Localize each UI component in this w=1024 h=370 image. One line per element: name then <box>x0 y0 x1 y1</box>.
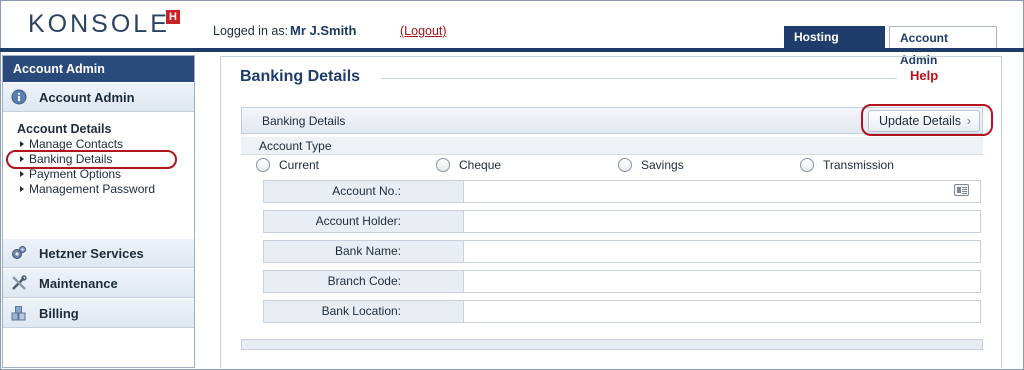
sidebar-link-management-password[interactable]: Management Password <box>17 182 194 197</box>
update-details-highlight <box>861 104 993 136</box>
sidebar-section-label: Hetzner Services <box>39 245 144 261</box>
tab-hosting-services[interactable]: Hosting Services <box>784 26 885 66</box>
user-name: Mr J.Smith <box>290 23 357 38</box>
sidebar-section-label: Maintenance <box>39 275 118 291</box>
account-type-label: Account Type <box>241 137 983 155</box>
radio-circle[interactable] <box>618 158 632 172</box>
section-bar-label: Banking Details <box>262 114 346 128</box>
sidebar-link-payment-options[interactable]: Payment Options <box>17 167 194 182</box>
form-row-branch-code: Branch Code: <box>263 270 981 293</box>
radio-circle[interactable] <box>800 158 814 172</box>
bank-location-input[interactable] <box>464 300 981 323</box>
sidebar-header: Account Admin <box>3 56 194 82</box>
konsole-logo: KONSOLE <box>28 10 170 38</box>
form-row-account-no: Account No.: <box>263 180 981 203</box>
radio-label: Transmission <box>823 158 894 172</box>
sidebar-section-hetzner-services[interactable]: Hetzner Services <box>3 238 194 268</box>
bank-name-input[interactable] <box>464 240 981 263</box>
sidebar: Account Admin Account Admin Account Deta… <box>2 55 195 368</box>
branch-code-input[interactable] <box>464 270 981 293</box>
tab-account-admin[interactable]: Account Admin <box>889 26 997 67</box>
sidebar-subsection: Account Details Manage Contacts Banking … <box>3 112 194 238</box>
help-link[interactable]: Help <box>910 68 938 83</box>
blocks-icon <box>11 305 27 321</box>
radio-circle[interactable] <box>256 158 270 172</box>
form-footer-bar <box>241 339 983 350</box>
radio-savings[interactable]: Savings <box>618 158 684 172</box>
account-no-input[interactable] <box>464 180 981 203</box>
form-row-bank-location: Bank Location: <box>263 300 981 323</box>
page-title: Banking Details <box>240 68 365 86</box>
account-holder-label: Account Holder: <box>263 210 464 233</box>
account-holder-input[interactable] <box>464 210 981 233</box>
gears-icon <box>11 245 27 261</box>
account-details-title: Account Details <box>17 122 112 136</box>
radio-current[interactable]: Current <box>256 158 319 172</box>
radio-circle[interactable] <box>436 158 450 172</box>
logged-in-label: Logged in as: <box>213 24 289 38</box>
bank-name-label: Bank Name: <box>263 240 464 263</box>
radio-label: Current <box>279 158 320 172</box>
header-divider <box>0 48 1024 52</box>
hetzner-logo-badge: H <box>166 10 180 24</box>
radio-cheque[interactable]: Cheque <box>436 158 501 172</box>
sidebar-section-account-admin[interactable]: Account Admin <box>3 82 194 112</box>
sidebar-section-maintenance[interactable]: Maintenance <box>3 268 194 298</box>
radio-transmission[interactable]: Transmission <box>800 158 894 172</box>
sidebar-section-label: Account Admin <box>39 89 135 105</box>
logout-link[interactable]: (Logout) <box>400 24 447 38</box>
contact-card-icon[interactable] <box>954 184 969 196</box>
tools-icon <box>11 275 27 291</box>
banking-details-highlight <box>6 150 177 169</box>
account-no-label: Account No.: <box>263 180 464 203</box>
bank-location-label: Bank Location: <box>263 300 464 323</box>
form-row-bank-name: Bank Name: <box>263 240 981 263</box>
sidebar-section-billing[interactable]: Billing <box>3 298 194 328</box>
radio-label: Savings <box>641 158 684 172</box>
radio-label: Cheque <box>459 158 502 172</box>
title-divider <box>381 78 897 79</box>
info-icon <box>11 89 27 105</box>
form-row-account-holder: Account Holder: <box>263 210 981 233</box>
branch-code-label: Branch Code: <box>263 270 464 293</box>
sidebar-section-label: Billing <box>39 305 79 321</box>
